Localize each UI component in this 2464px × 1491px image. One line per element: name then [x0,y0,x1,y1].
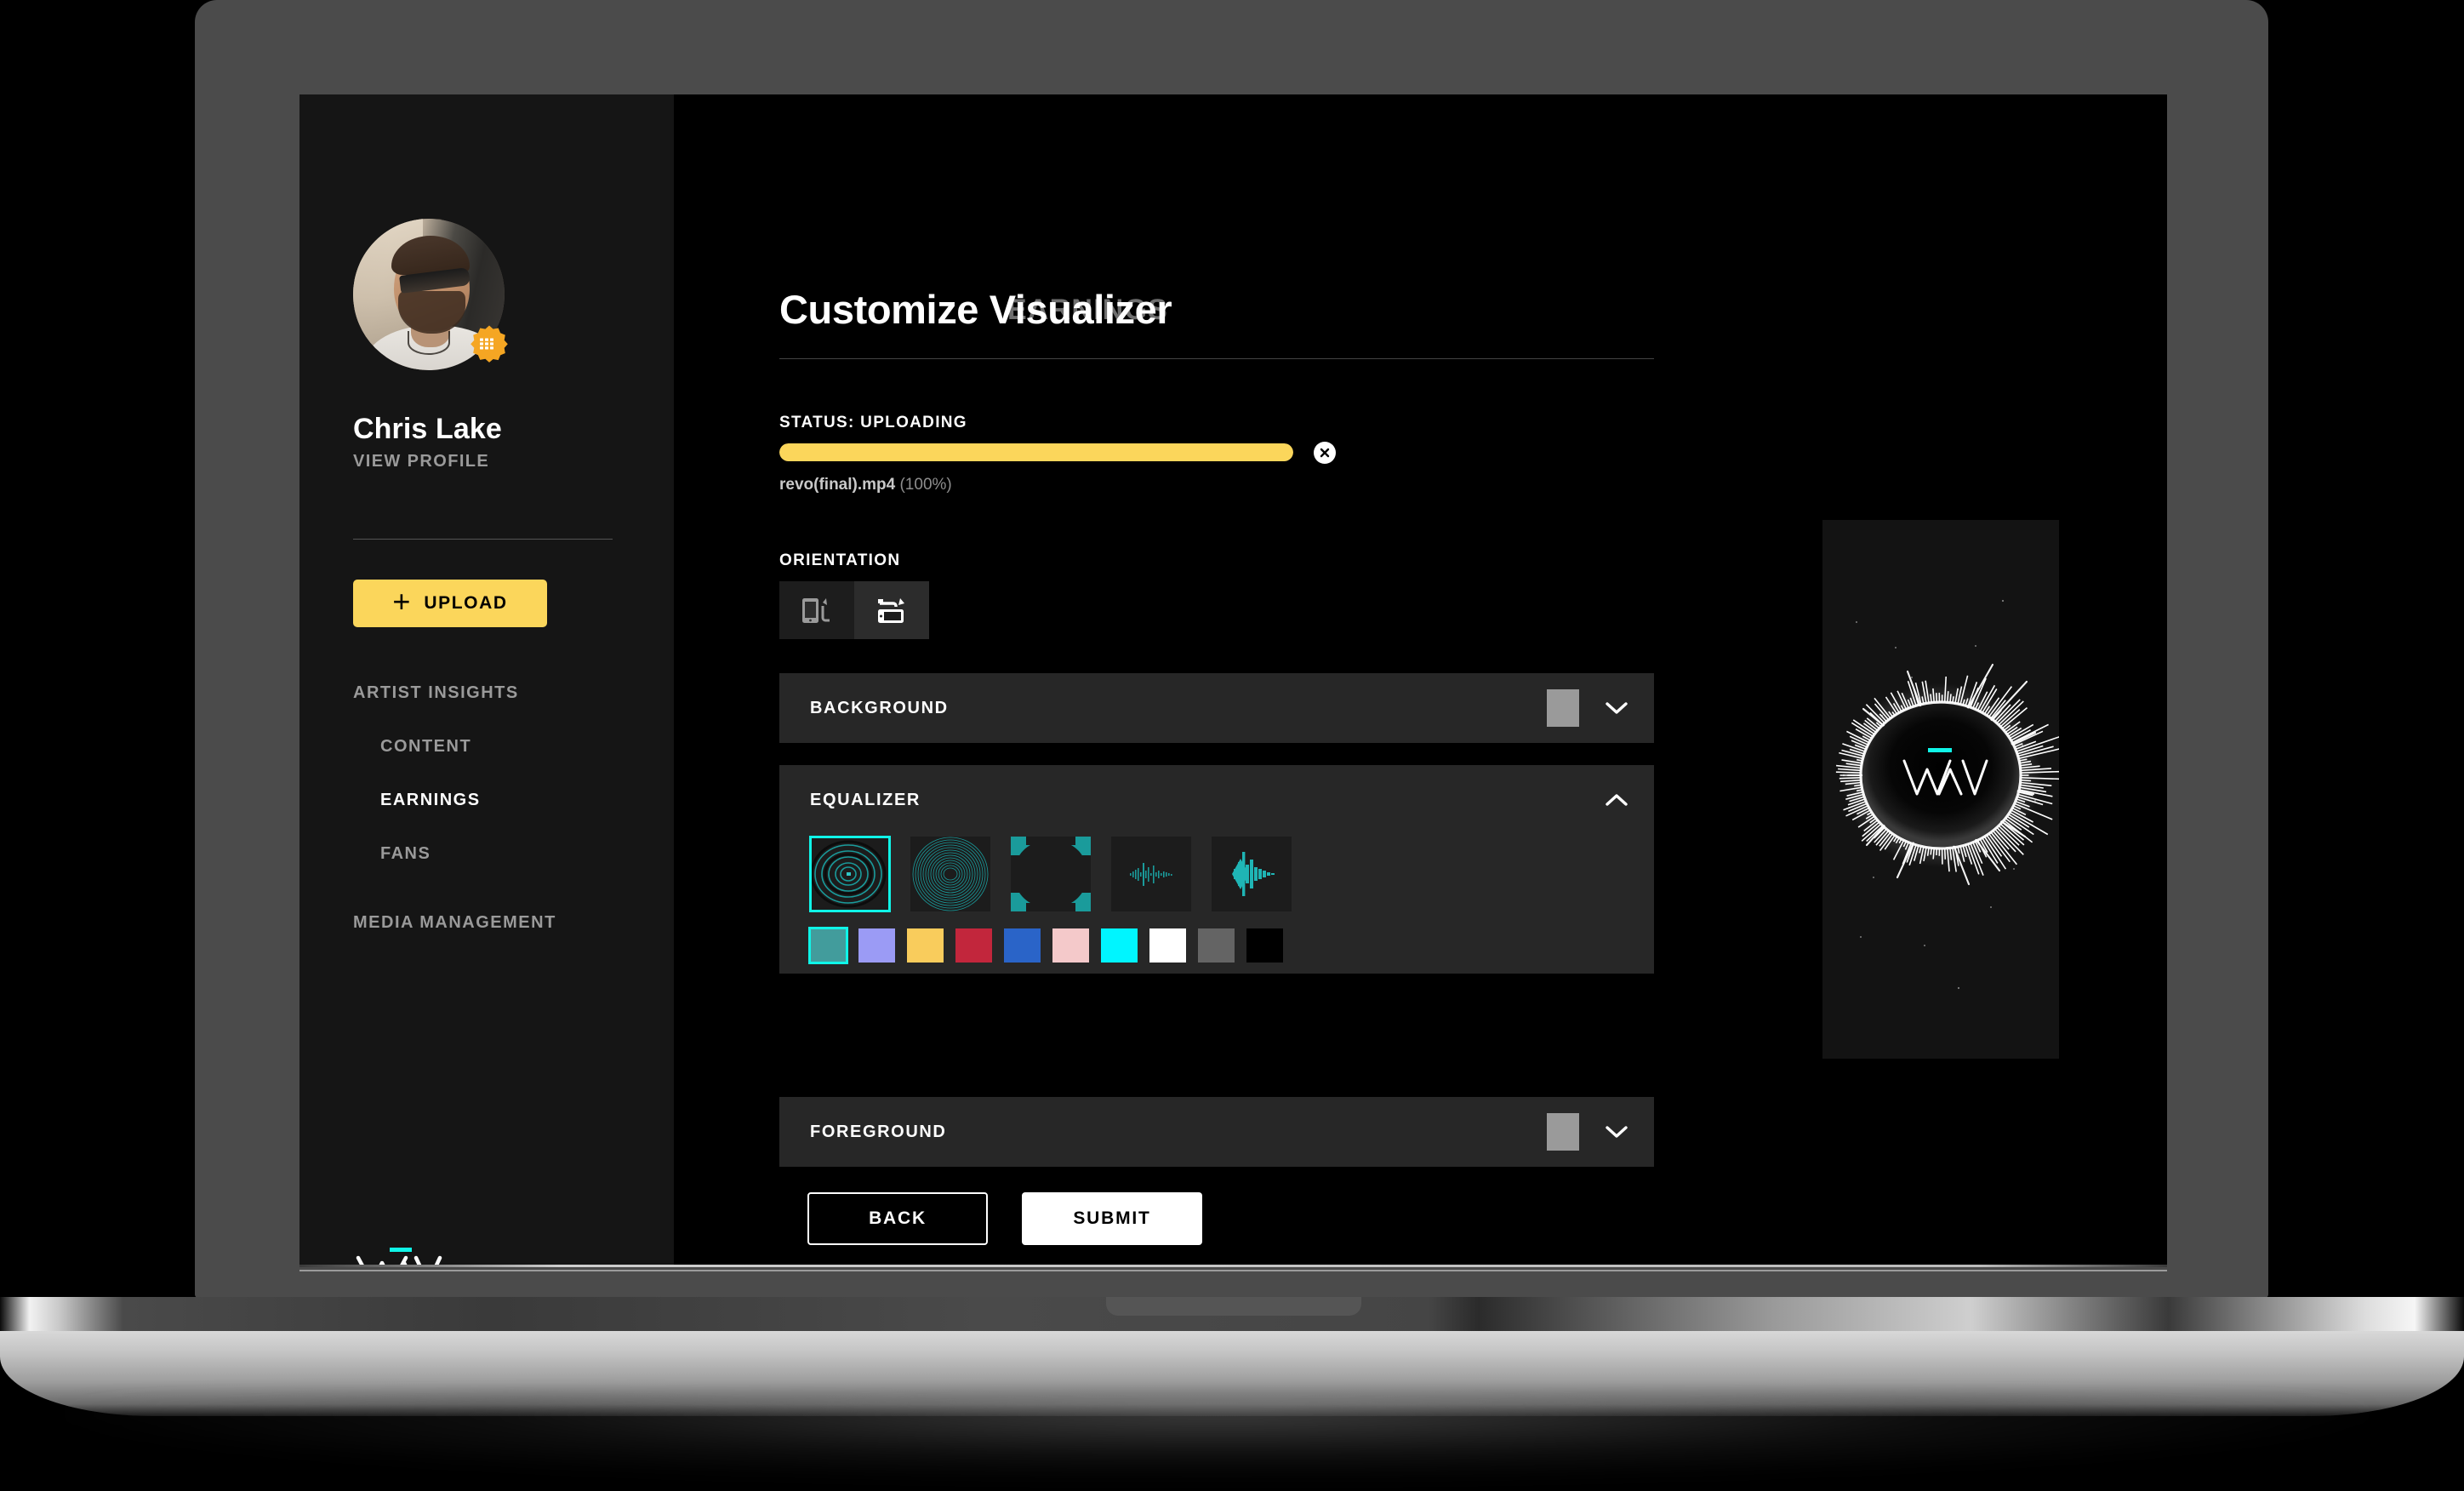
sidebar-divider [353,539,613,540]
wav-app: Chris Lake VIEW PROFILE + UPLOAD ARTIST … [299,94,2167,1265]
equalizer-color-cyan[interactable] [1101,928,1138,963]
equalizer-color-teal[interactable] [808,927,848,964]
sidebar-item-fans[interactable]: FANS [380,844,431,864]
equalizer-style-thin-waveform[interactable] [1111,837,1191,911]
visualizer-preview-render [1822,520,2059,1059]
equalizer-color-pink[interactable] [1052,928,1089,963]
plus-icon: + [392,584,411,619]
laptop-device-frame: Chris Lake VIEW PROFILE + UPLOAD ARTIST … [0,0,2464,1491]
panel-equalizer-header[interactable]: EQUALIZER [779,765,1654,835]
equalizer-color-list [808,927,1623,964]
equalizer-style-list [809,836,1623,912]
avatar-wrapper[interactable] [353,219,508,370]
equalizer-color-red[interactable] [955,928,992,963]
wav-logo[interactable] [353,1243,447,1265]
rotate-landscape-icon [878,598,904,623]
orientation-portrait-button[interactable] [779,581,854,639]
upload-file-percent: (100%) [899,476,952,494]
upload-progress-bar [779,443,1293,461]
rotate-portrait-icon [802,598,830,623]
sidebar-item-earnings[interactable]: EARNINGS [380,791,481,810]
upload-file-info: revo(final).mp4 (100%) [779,476,952,494]
verified-artist-badge-icon [471,325,508,363]
equalizer-style-concentric-rings[interactable] [809,836,891,912]
orientation-group [779,581,929,639]
laptop-base-notch [1106,1297,1361,1316]
orientation-label: ORIENTATION [779,551,901,569]
equalizer-style-bold-waveform[interactable] [1212,837,1292,911]
panel-background-title: BACKGROUND [810,698,949,717]
foreground-color-swatch[interactable] [1547,1113,1579,1151]
title-divider [779,358,1654,359]
view-profile-link[interactable]: VIEW PROFILE [353,452,489,471]
close-x-icon [1320,448,1330,458]
equalizer-color-blue[interactable] [1004,928,1041,963]
panel-equalizer: EQUALIZER [779,765,1654,974]
laptop-shadow [60,1396,2374,1481]
equalizer-color-gray[interactable] [1198,928,1235,963]
upload-button-label: UPLOAD [424,593,508,613]
screen-bottom-edge [299,1265,2167,1267]
equalizer-body [779,836,1654,964]
page-title: Customize Visualizer [779,287,1172,332]
orientation-landscape-button[interactable] [854,581,929,639]
equalizer-color-black[interactable] [1246,928,1283,963]
visualizer-preview [1822,520,2059,1059]
status-label: STATUS: UPLOADING [779,414,967,431]
footer-buttons: BACK SUBMIT [807,1192,1202,1245]
sidebar: Chris Lake VIEW PROFILE + UPLOAD ARTIST … [299,94,674,1265]
sidebar-item-media-management[interactable]: MEDIA MANAGEMENT [353,913,556,933]
panel-foreground[interactable]: FOREGROUND [779,1097,1654,1167]
equalizer-color-yellow[interactable] [907,928,944,963]
screen-bottom-edge-2 [299,1270,2167,1271]
upload-progress-fill [779,443,1293,461]
chevron-up-icon[interactable] [1605,792,1628,808]
equalizer-color-white[interactable] [1149,928,1186,963]
sidebar-item-artist-insights[interactable]: ARTIST INSIGHTS [353,683,519,703]
equalizer-style-dense-radial-rings[interactable] [910,837,990,911]
equalizer-style-rounded-square-arc[interactable] [1011,837,1091,911]
back-button[interactable]: BACK [807,1192,988,1245]
upload-button[interactable]: + UPLOAD [353,580,547,627]
main-content: EARNINGS Customize Visualizer STATUS: UP… [674,94,2167,1265]
panel-background[interactable]: BACKGROUND [779,673,1654,743]
upload-file-name: revo(final).mp4 [779,476,896,494]
panel-foreground-title: FOREGROUND [810,1122,947,1141]
equalizer-color-periwinkle[interactable] [858,928,895,963]
background-color-swatch[interactable] [1547,689,1579,727]
cancel-upload-button[interactable] [1314,442,1336,464]
profile-name: Chris Lake [353,413,502,445]
submit-button[interactable]: SUBMIT [1022,1192,1202,1245]
chevron-down-icon[interactable] [1605,700,1628,716]
panel-equalizer-title: EQUALIZER [810,790,921,809]
laptop-screen: Chris Lake VIEW PROFILE + UPLOAD ARTIST … [299,94,2167,1265]
panel-background-header[interactable]: BACKGROUND [779,673,1654,743]
panel-foreground-header[interactable]: FOREGROUND [779,1097,1654,1167]
chevron-down-icon[interactable] [1605,1124,1628,1140]
sidebar-item-content[interactable]: CONTENT [380,737,471,757]
